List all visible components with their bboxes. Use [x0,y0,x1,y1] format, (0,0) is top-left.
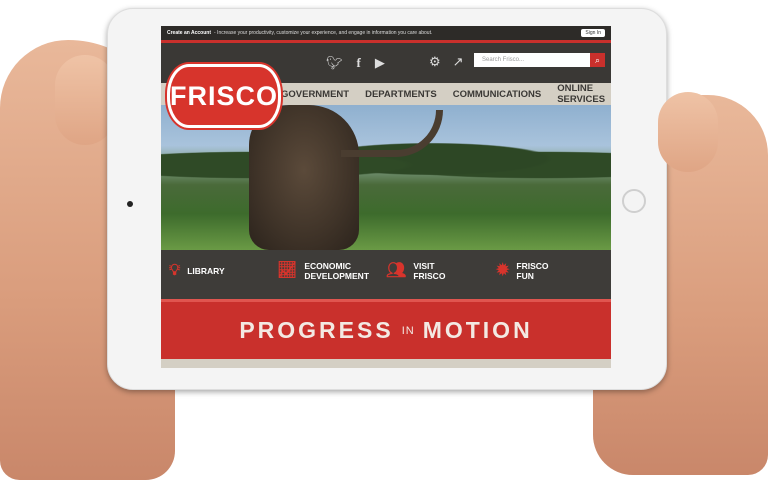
growth-chart-icon: 📈︎ [277,262,298,279]
banner-word-2: IN [401,324,415,337]
visit-frisco-link[interactable]: 👥︎ VISIT FRISCO [386,261,445,281]
banner-word-1: PROGRESS [239,317,394,343]
create-account-link[interactable]: Create an Account [167,30,211,36]
nav-government[interactable]: GOVERNMENT [281,89,349,100]
progress-banner: PROGRESS IN MOTION [161,299,611,359]
facebook-icon[interactable]: f [357,55,361,71]
footer-strip [161,359,611,368]
people-icon: 👥︎ [386,262,407,279]
library-label: LIBRARY [187,266,225,276]
sign-in-button[interactable]: Sign In [581,29,605,37]
frisco-fun-link[interactable]: ✹ FRISCO FUN [496,261,549,281]
library-link[interactable]: 💡︎ LIBRARY [169,262,225,279]
screen: Create an Account - Increase your produc… [161,26,611,368]
account-bar: Create an Account - Increase your produc… [161,26,611,40]
social-links: 🐦︎ f ▶ [326,55,385,71]
tools: ⚙ ↗ [429,54,464,70]
economic-development-link[interactable]: 📈︎ ECONOMIC DEVELOPMENT [277,261,369,281]
sun-icon: ✹ [496,262,510,279]
nav-online-services[interactable]: ONLINE SERVICES [557,83,611,105]
camera-icon [127,201,133,207]
gear-icon[interactable]: ⚙ [429,54,441,70]
account-tagline: - Increase your productivity, customize … [214,30,433,36]
left-thumb [55,55,115,145]
frisco-fun-label: FRISCO FUN [516,261,549,281]
quick-links: 💡︎ LIBRARY 📈︎ ECONOMIC DEVELOPMENT 👥︎ VIS… [161,250,611,298]
youtube-icon[interactable]: ▶ [375,55,385,71]
nav-communications[interactable]: COMMUNICATIONS [453,89,541,100]
economic-development-label: ECONOMIC DEVELOPMENT [304,261,370,281]
home-button[interactable] [622,189,646,213]
frisco-logo[interactable]: FRISCO [167,64,281,128]
search-icon[interactable]: ⌕ [590,53,605,67]
visit-frisco-label: VISIT FRISCO [413,261,446,281]
twitter-icon[interactable]: 🐦︎ [326,55,343,71]
banner-word-3: MOTION [422,317,533,343]
lightbulb-icon: 💡︎ [169,262,181,279]
search-input[interactable]: Search Frisco... [474,53,590,67]
nav-departments[interactable]: DEPARTMENTS [365,89,437,100]
right-thumb [658,92,718,172]
share-icon[interactable]: ↗ [453,54,464,70]
